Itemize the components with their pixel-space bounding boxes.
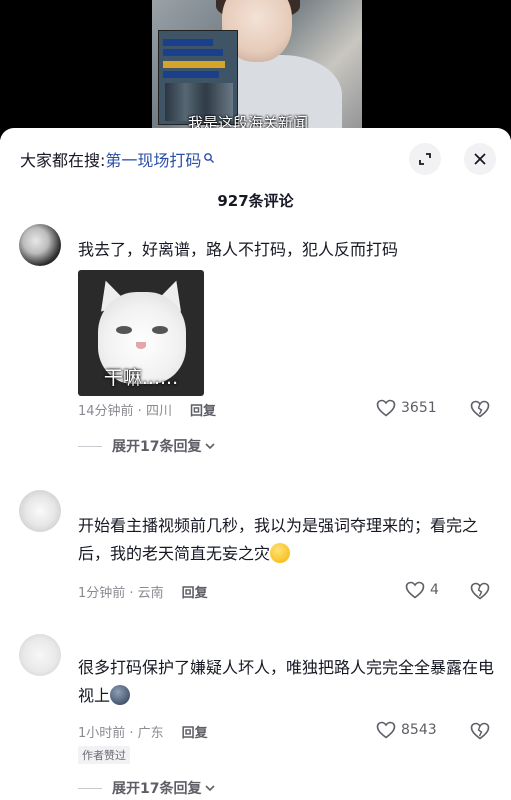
search-term-link[interactable]: 第一现场打码 xyxy=(105,147,201,171)
comment-time-location: 1小时前 · 广东 xyxy=(78,726,164,741)
heart-icon xyxy=(405,581,425,599)
search-icon xyxy=(203,149,215,163)
avatar[interactable] xyxy=(19,490,61,532)
dark-face-emoji xyxy=(110,684,131,705)
avatar[interactable] xyxy=(19,224,61,266)
expand-button[interactable] xyxy=(409,143,441,175)
expand-replies-button[interactable]: 展开17条回复 xyxy=(78,436,216,456)
expand-replies-label: 展开17条回复 xyxy=(112,781,202,797)
divider-line xyxy=(78,445,102,447)
dislike-heart-icon xyxy=(470,582,490,600)
like-count: 4 xyxy=(430,582,439,598)
expand-replies-label: 展开17条回复 xyxy=(112,439,202,455)
dislike-button[interactable] xyxy=(470,582,490,604)
comment-sticker-image[interactable]: 干嘛...... xyxy=(78,270,204,396)
comment-text: 开始看主播视频前几秒，我以为是强词夺理来的；看完之后，我的老天简直无妄之灾 xyxy=(78,516,479,563)
reply-button[interactable]: 回复 xyxy=(182,582,208,601)
video-news-inset xyxy=(158,30,238,125)
like-count: 3651 xyxy=(401,400,437,416)
divider-line xyxy=(78,787,102,789)
dislike-heart-icon xyxy=(470,722,490,740)
dislike-heart-icon xyxy=(470,400,490,418)
chevron-down-icon xyxy=(205,785,216,792)
comment-text: 我去了，好离谱，路人不打码，犯人反而打码 xyxy=(78,240,399,259)
crying-face-emoji xyxy=(270,542,291,563)
close-button[interactable] xyxy=(464,143,496,175)
expand-replies-button[interactable]: 展开17条回复 xyxy=(78,778,216,798)
like-count: 8543 xyxy=(401,722,437,738)
close-icon xyxy=(474,153,486,165)
comment-meta: 1小时前 · 广东 回复 xyxy=(78,722,208,741)
like-button[interactable]: 3651 xyxy=(376,399,437,417)
search-prefix: 大家都在搜: xyxy=(20,151,106,170)
heart-icon xyxy=(376,721,396,739)
comment-text: 很多打码保护了嫌疑人坏人，唯独把路人完完全全暴露在电视上 xyxy=(78,658,495,705)
comment-sheet: 大家都在搜: 第一现场打码 927条评论 我去了，好离谱，路人不打码，犯人反而打… xyxy=(0,128,511,800)
comment-meta: 14分钟前 · 四川 回复 xyxy=(78,400,216,419)
comment-meta: 1分钟前 · 云南 回复 xyxy=(78,582,208,601)
like-button[interactable]: 8543 xyxy=(376,721,437,739)
sticker-caption: 干嘛...... xyxy=(103,367,179,389)
comment-time-location: 1分钟前 · 云南 xyxy=(78,586,164,601)
reply-button[interactable]: 回复 xyxy=(190,400,216,419)
comment-count: 927条评论 xyxy=(217,192,294,210)
chevron-down-icon xyxy=(205,443,216,450)
reply-button[interactable]: 回复 xyxy=(182,722,208,741)
dislike-button[interactable] xyxy=(470,400,490,422)
heart-icon xyxy=(376,399,396,417)
comment-time-location: 14分钟前 · 四川 xyxy=(78,404,172,419)
author-liked-badge: 作者赞过 xyxy=(78,746,130,764)
search-suggestion[interactable]: 大家都在搜: 第一现场打码 xyxy=(20,147,215,171)
like-button[interactable]: 4 xyxy=(405,581,439,599)
dislike-button[interactable] xyxy=(470,722,490,744)
avatar[interactable] xyxy=(19,634,61,676)
video-player[interactable]: 我是这段海关新闻 xyxy=(0,0,511,140)
expand-icon xyxy=(419,153,431,165)
